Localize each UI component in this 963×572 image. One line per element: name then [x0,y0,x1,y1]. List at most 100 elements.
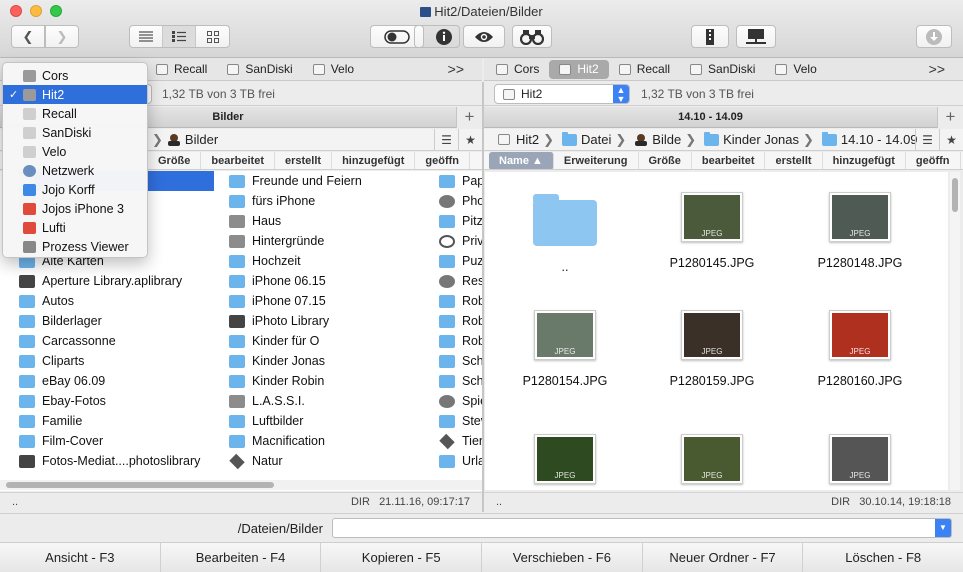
list-item[interactable]: Fotos-Mediat....photoslibrary [19,451,214,471]
chevron-down-icon[interactable]: ▼ [935,519,951,537]
download-button[interactable] [916,25,952,48]
column-size[interactable]: Größe [148,152,202,169]
command-input[interactable]: ▼ [332,518,952,538]
network-button[interactable] [736,25,776,48]
left-menu-button[interactable]: ☰ [434,129,458,151]
menu-item[interactable]: Jojos iPhone 3 [3,199,147,218]
list-item[interactable]: Freunde und Feiern [229,171,434,191]
column-name[interactable]: Name ▲ [489,152,554,169]
image-thumbnail[interactable]: JPEG P1280148.JPG [790,192,930,270]
list-item[interactable]: Aperture Library.aplibrary [19,271,214,291]
image-thumbnail[interactable]: JPEG [495,434,635,490]
right-thumbnail-grid[interactable]: .. JPEG P1280145.JPG JPEG P1280148.JPG JPEG P1… [485,172,948,490]
edit-f4-button[interactable]: Bearbeiten - F4 [160,543,322,572]
list-item[interactable]: Kinder für O [229,331,434,351]
breadcrumb-item[interactable]: Hit2 ❯ [498,132,558,148]
detail-view-button[interactable] [163,26,196,47]
list-item[interactable]: Sch [439,371,482,391]
column-created[interactable]: erstellt [765,152,823,169]
list-item[interactable]: Rob [439,311,482,331]
breadcrumb-item[interactable]: ❯ Bilder [148,132,218,148]
list-item[interactable]: Pitz [439,211,482,231]
right-new-tab-button[interactable]: + [937,107,963,128]
left-new-tab-button[interactable]: + [456,107,482,128]
drive-recall-left[interactable]: Recall [146,60,217,79]
list-item[interactable]: Macnification [229,431,434,451]
list-item[interactable]: Kinder Robin [229,371,434,391]
image-thumbnail[interactable]: JPEG P1280145.JPG [642,192,782,270]
list-item[interactable]: Pap [439,171,482,191]
list-item[interactable]: Pho [439,191,482,211]
move-f6-button[interactable]: Verschieben - F6 [482,543,643,572]
left-horizontal-scrollbar[interactable] [0,480,482,490]
search-button[interactable] [512,25,552,48]
back-button[interactable]: ❮ [11,25,45,48]
more-drives-right[interactable]: >> [929,61,945,77]
image-thumbnail[interactable]: JPEG P1280160.JPG [790,310,930,388]
list-item[interactable]: Haus [229,211,434,231]
info-button-frame[interactable] [414,25,460,48]
drive-sandiski-left[interactable]: SanDiski [217,60,302,79]
column-created[interactable]: erstellt [275,152,333,169]
menu-item[interactable]: SanDiski [3,123,147,142]
list-item[interactable]: iPhoto Library [229,311,434,331]
list-item[interactable]: Bilderlager [19,311,214,331]
breadcrumb-item[interactable]: Kinder Jonas ❯ [704,131,818,148]
drive-velo-right[interactable]: Velo [765,60,826,79]
archive-button[interactable] [691,25,729,48]
column-modified[interactable]: bearbeitet [692,152,766,169]
list-item[interactable]: Luftbilder [229,411,434,431]
copy-f5-button[interactable]: Kopieren - F5 [321,543,483,572]
list-item[interactable]: Sch [439,351,482,371]
menu-item[interactable]: Jojo Korff [3,180,147,199]
column-added[interactable]: hinzugefügt [823,152,906,169]
forward-button[interactable]: ❯ [45,25,79,48]
menu-item[interactable]: Netzwerk [3,161,147,180]
menu-item[interactable]: ✓ Hit2 [3,85,147,104]
list-item[interactable]: eBay 06.09 [19,371,214,391]
drive-cors-right[interactable]: Cors [484,60,549,79]
column-added[interactable]: hinzugefügt [332,152,416,169]
drive-recall-right[interactable]: Recall [609,60,680,79]
right-favorites-button[interactable]: ★ [939,129,963,151]
breadcrumb-item[interactable]: 14.10 - 14.09 [821,131,918,147]
column-size[interactable]: Größe [639,152,692,169]
list-item[interactable]: Ebay-Fotos [19,391,214,411]
list-item[interactable]: Cliparts [19,351,214,371]
scrollbar-thumb[interactable] [6,482,274,488]
list-item[interactable]: Kinder Jonas [229,351,434,371]
list-item[interactable]: Spie [439,391,482,411]
right-vertical-scrollbar[interactable] [950,172,960,490]
list-item[interactable]: Natur [229,451,434,471]
menu-item[interactable]: Recall [3,104,147,123]
parent-folder-item[interactable]: .. [495,192,635,274]
drive-sandiski-right[interactable]: SanDiski [680,60,765,79]
menu-item[interactable]: Velo [3,142,147,161]
view-mode-switch[interactable] [129,25,230,48]
breadcrumb-item[interactable]: Datei ❯ [562,131,630,148]
column-modified[interactable]: bearbeitet [201,152,275,169]
menu-item[interactable]: Prozess Viewer [3,237,147,256]
list-item[interactable]: Res [439,271,482,291]
list-item[interactable]: L.A.S.S.I. [229,391,434,411]
scrollbar-thumb[interactable] [952,178,958,212]
list-item[interactable]: Urla [439,451,482,471]
list-item[interactable]: iPhone 06.15 [229,271,434,291]
list-item[interactable]: Carcassonne [19,331,214,351]
list-item[interactable]: Familie [19,411,214,431]
menu-item[interactable]: Cors [3,66,147,85]
list-item[interactable]: Hintergründe [229,231,434,251]
image-thumbnail[interactable]: JPEG P1280159.JPG [642,310,782,388]
drive-velo-left[interactable]: Velo [303,60,364,79]
list-item[interactable]: Film-Cover [19,431,214,451]
left-favorites-button[interactable]: ★ [458,129,482,151]
list-item[interactable]: Priv [439,231,482,251]
list-item[interactable]: Puz [439,251,482,271]
preview-button[interactable] [463,25,505,48]
column-extension[interactable]: Erweiterung [554,152,639,169]
image-thumbnail[interactable]: JPEG [790,434,930,490]
breadcrumb-item[interactable]: Bilde ❯ [634,132,700,148]
list-item[interactable]: Tier [439,431,482,451]
pane-divider[interactable] [482,82,484,512]
delete-f8-button[interactable]: Löschen - F8 [803,543,963,572]
